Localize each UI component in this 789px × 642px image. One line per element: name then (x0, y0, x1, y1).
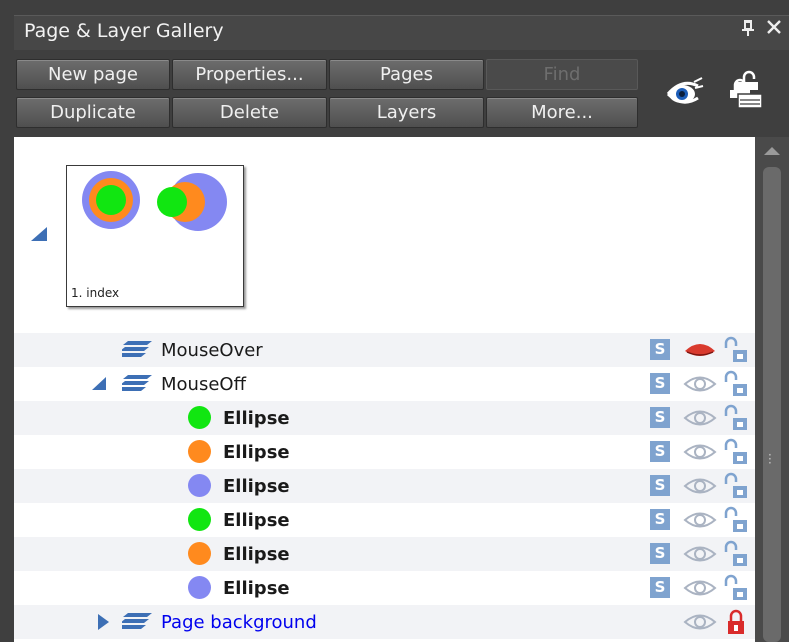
ellipse-orange-icon (188, 440, 211, 463)
visible-eye-icon[interactable] (683, 511, 717, 533)
layer-stack-icon (117, 611, 154, 637)
ellipse-blue-icon (188, 474, 211, 497)
object-name: Ellipse (223, 442, 290, 463)
unlocked-icon[interactable] (722, 540, 750, 572)
layer-expand-arrow-icon[interactable] (98, 614, 109, 630)
selectable-s-icon[interactable]: S (650, 543, 670, 564)
object-name: Ellipse (223, 510, 290, 531)
more-button[interactable]: More... (486, 97, 638, 128)
visible-eye-icon[interactable] (683, 579, 717, 601)
unlocked-icon[interactable] (722, 472, 750, 504)
visible-eye-icon[interactable] (683, 409, 717, 431)
layer-name: MouseOff (161, 374, 246, 395)
layer-stack-icon (117, 339, 154, 365)
selectable-s-icon[interactable]: S (650, 509, 670, 530)
object-row[interactable]: Ellipse S (14, 469, 755, 503)
unlocked-icon[interactable] (722, 370, 750, 402)
layer-stack-icon (117, 373, 154, 399)
delete-button[interactable]: Delete (172, 97, 327, 128)
show-all-layers-icon[interactable] (664, 72, 704, 112)
pages-button[interactable]: Pages (329, 59, 484, 90)
layer-collapse-arrow-icon[interactable] (92, 377, 106, 390)
panel-title: Page & Layer Gallery (24, 20, 224, 42)
selectable-s-icon[interactable]: S (650, 407, 670, 428)
new-page-button[interactable]: New page (16, 59, 170, 90)
object-name: Ellipse (223, 408, 290, 429)
layer-name: MouseOver (161, 340, 263, 361)
properties-button[interactable]: Properties... (172, 59, 327, 90)
ellipse-orange-icon (188, 542, 211, 565)
visible-eye-icon[interactable] (683, 545, 717, 567)
visible-eye-icon[interactable] (683, 477, 717, 499)
selectable-s-icon[interactable]: S (650, 577, 670, 598)
object-row[interactable]: Ellipse S (14, 401, 755, 435)
visible-eye-icon[interactable] (683, 613, 717, 635)
unlocked-icon[interactable] (722, 404, 750, 436)
duplicate-button[interactable]: Duplicate (16, 97, 170, 128)
multi-layer-lock-icon[interactable] (726, 70, 766, 110)
object-name: Ellipse (223, 476, 290, 497)
find-button[interactable]: Find (486, 59, 638, 90)
layer-list[interactable]: 1. index MouseOver S MouseOff S Ellipse … (14, 137, 755, 642)
unlocked-icon[interactable] (722, 438, 750, 470)
object-row[interactable]: Ellipse S (14, 503, 755, 537)
page-layer-gallery-panel: Page & Layer Gallery New page Properties… (0, 0, 789, 642)
visible-eye-icon[interactable] (683, 443, 717, 465)
unlocked-icon[interactable] (722, 336, 750, 368)
layer-row-mouseover[interactable]: MouseOver S (14, 333, 755, 367)
panel-titlebar[interactable]: Page & Layer Gallery (14, 15, 789, 50)
hidden-red-eye-icon[interactable] (683, 341, 717, 363)
close-icon[interactable] (766, 19, 782, 40)
object-row[interactable]: Ellipse S (14, 537, 755, 571)
page-thumbnail-label: 1. index (71, 286, 120, 300)
page-thumbnail[interactable]: 1. index (66, 165, 244, 307)
visible-eye-icon[interactable] (683, 375, 717, 397)
layers-button[interactable]: Layers (329, 97, 484, 128)
selectable-s-icon[interactable]: S (650, 441, 670, 462)
unlocked-icon[interactable] (722, 574, 750, 606)
unlocked-icon[interactable] (722, 506, 750, 538)
selectable-s-icon[interactable]: S (650, 373, 670, 394)
selectable-s-icon[interactable]: S (650, 339, 670, 360)
layer-row-page-background[interactable]: Page background (14, 605, 755, 639)
selectable-s-icon[interactable]: S (650, 475, 670, 496)
layer-name: Page background (161, 612, 317, 633)
vertical-scrollbar[interactable]: · · · (755, 137, 789, 642)
ellipse-blue-icon (188, 576, 211, 599)
layer-row-mouseoff[interactable]: MouseOff S (14, 367, 755, 401)
scrollbar-thumb[interactable]: · · · (763, 167, 781, 642)
ellipse-green-icon (188, 406, 211, 429)
scroll-up-arrow-icon[interactable] (764, 147, 780, 155)
object-name: Ellipse (223, 544, 290, 565)
page-collapse-arrow-icon[interactable] (31, 227, 47, 241)
ellipse-green-icon (188, 508, 211, 531)
pin-icon[interactable] (741, 19, 755, 42)
object-name: Ellipse (223, 578, 290, 599)
grip-icon: · · · (768, 448, 772, 470)
object-row[interactable]: Ellipse S (14, 435, 755, 469)
locked-red-icon[interactable] (722, 608, 750, 640)
object-row[interactable]: Ellipse S (14, 571, 755, 605)
